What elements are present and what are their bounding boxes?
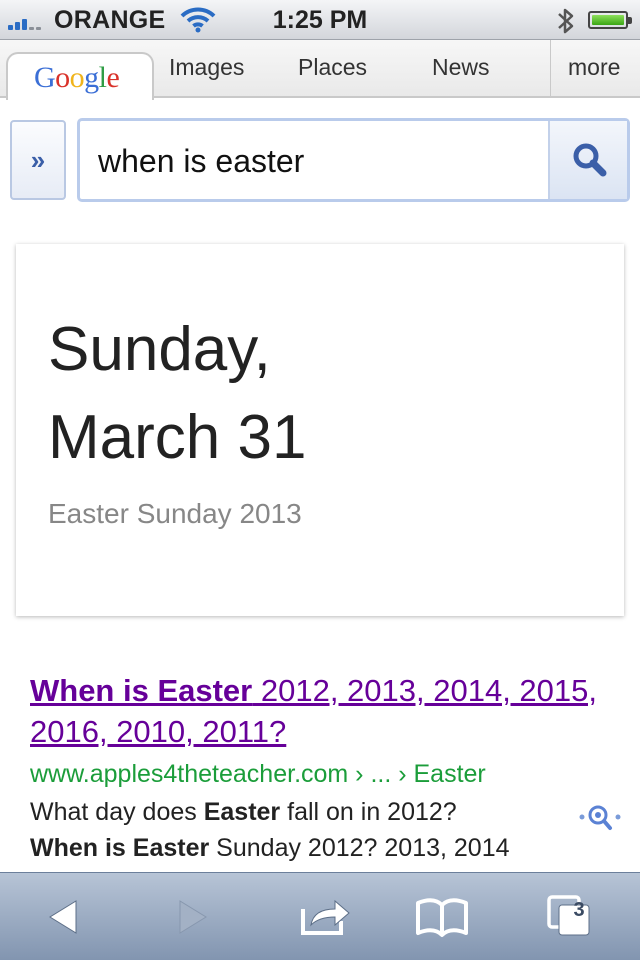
back-button[interactable] bbox=[24, 873, 104, 960]
answer-subtitle: Easter Sunday 2013 bbox=[48, 498, 302, 529]
search-result: When is Easter 2012, 2013, 2014, 2015, 2… bbox=[30, 670, 620, 866]
snippet-bold: When is Easter bbox=[30, 834, 210, 862]
clock: 1:25 PM bbox=[272, 6, 368, 34]
snippet-text: What day does bbox=[30, 798, 204, 826]
expand-menu-button[interactable]: » bbox=[10, 120, 66, 200]
search-icon bbox=[573, 143, 607, 177]
tab-count: 3 bbox=[573, 899, 585, 921]
result-snippet: What day does Easter fall on in 2012? Whe… bbox=[30, 794, 620, 866]
snippet-text: Sunday 2012? 2013, 2014 bbox=[209, 834, 510, 862]
pages-button[interactable]: 3 bbox=[530, 873, 610, 960]
result-url: www.apples4theteacher.com › ... › Easter bbox=[30, 760, 486, 788]
back-icon bbox=[49, 900, 77, 934]
bookmarks-icon bbox=[416, 898, 468, 937]
answer-card: Sunday, March 31 Easter Sunday 2013 bbox=[16, 244, 624, 616]
search-box: when is easter bbox=[77, 118, 630, 202]
tab-google[interactable]: Google bbox=[6, 52, 154, 100]
tab-divider bbox=[550, 40, 551, 96]
pages-icon bbox=[547, 895, 590, 936]
result-title-bold: When is Easter bbox=[30, 673, 253, 708]
answer-date-line1: Sunday, bbox=[48, 315, 271, 384]
battery-icon bbox=[588, 11, 632, 29]
search-tabs: Google Images Places News more bbox=[0, 40, 640, 100]
snippet-text: fall on in 2012? bbox=[280, 798, 457, 826]
google-logo: Google bbox=[34, 61, 120, 94]
result-title-link[interactable]: When is Easter 2012, 2013, 2014, 2015, 2… bbox=[30, 670, 620, 752]
bluetooth-icon bbox=[556, 6, 576, 41]
tab-more[interactable]: more bbox=[568, 54, 620, 81]
preview-icon[interactable] bbox=[578, 800, 622, 839]
answer-date-line2: March 31 bbox=[48, 403, 307, 472]
tab-images[interactable]: Images bbox=[169, 54, 244, 81]
forward-button[interactable] bbox=[152, 873, 232, 960]
forward-icon bbox=[179, 900, 207, 934]
tab-news[interactable]: News bbox=[432, 54, 490, 81]
search-button[interactable] bbox=[548, 121, 627, 199]
share-button[interactable] bbox=[285, 873, 365, 960]
tab-places[interactable]: Places bbox=[298, 54, 367, 81]
share-icon bbox=[301, 899, 350, 935]
status-bar: ORANGE 1:25 PM bbox=[0, 0, 640, 40]
search-input[interactable]: when is easter bbox=[98, 143, 304, 180]
bookmarks-button[interactable] bbox=[402, 873, 482, 960]
battery-level bbox=[592, 15, 624, 25]
snippet-bold: Easter bbox=[203, 798, 281, 826]
browser-toolbar: 3 bbox=[0, 872, 640, 960]
